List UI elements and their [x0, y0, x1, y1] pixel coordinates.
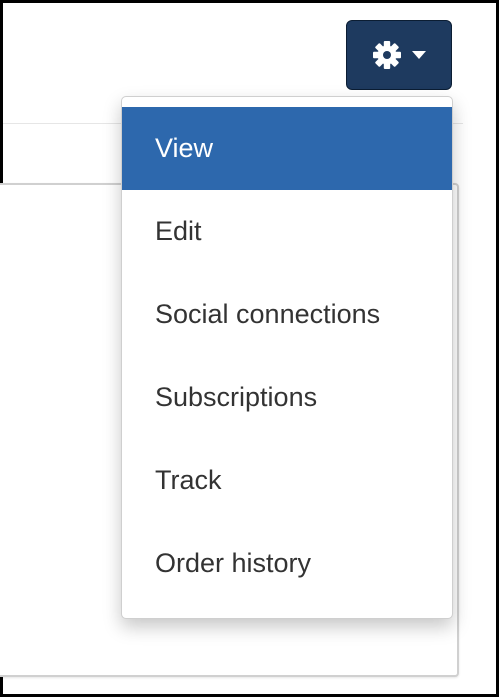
- settings-dropdown-menu: View Edit Social connections Subscriptio…: [121, 96, 453, 619]
- menu-item-view[interactable]: View: [122, 107, 452, 190]
- settings-dropdown-button[interactable]: [346, 20, 452, 90]
- menu-item-order-history[interactable]: Order history: [122, 522, 452, 605]
- menu-item-edit[interactable]: Edit: [122, 190, 452, 273]
- menu-item-subscriptions[interactable]: Subscriptions: [122, 356, 452, 439]
- menu-item-track[interactable]: Track: [122, 439, 452, 522]
- gear-icon: [372, 40, 402, 70]
- caret-down-icon: [412, 51, 426, 59]
- menu-item-social-connections[interactable]: Social connections: [122, 273, 452, 356]
